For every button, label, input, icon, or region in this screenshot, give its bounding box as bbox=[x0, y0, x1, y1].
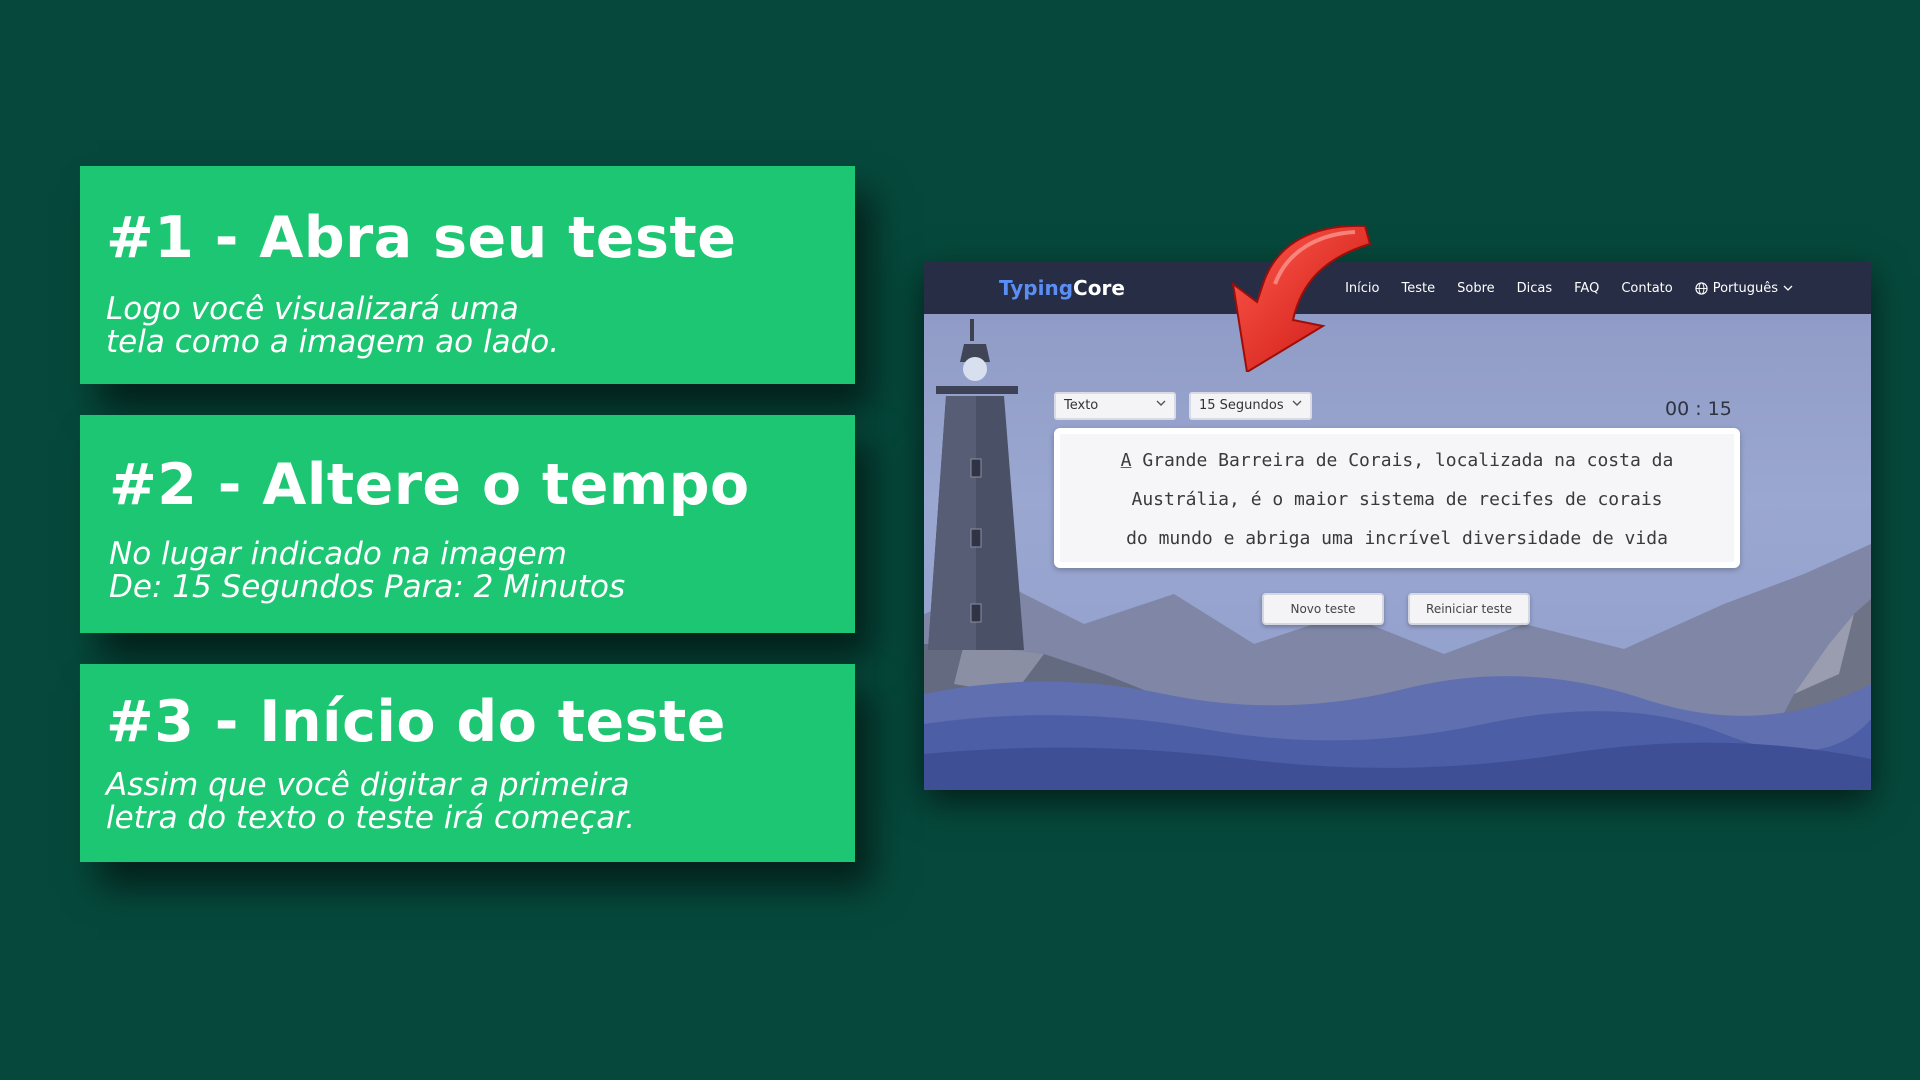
time-select-value: 15 Segundos bbox=[1199, 398, 1284, 413]
lighthouse-shape bbox=[928, 319, 1024, 650]
step-3-panel: #3 - Início do teste Assim que você digi… bbox=[80, 664, 855, 862]
nav-contato[interactable]: Contato bbox=[1621, 281, 1672, 296]
nav-teste[interactable]: Teste bbox=[1402, 281, 1436, 296]
app-screenshot: TypingCore Início Teste Sobre Dicas FAQ … bbox=[924, 262, 1871, 790]
step-3-text: Assim que você digitar a primeira letra … bbox=[106, 767, 636, 836]
step-2-text: No lugar indicado na imagem De: 15 Segun… bbox=[109, 536, 626, 605]
language-label: Português bbox=[1712, 280, 1778, 296]
nav-dicas[interactable]: Dicas bbox=[1517, 281, 1553, 296]
chevron-down-icon bbox=[1156, 400, 1166, 406]
new-test-button[interactable]: Novo teste bbox=[1262, 593, 1384, 625]
step-2-title: #2 - Altere o tempo bbox=[109, 452, 750, 518]
mode-select[interactable]: Texto bbox=[1054, 392, 1176, 420]
step-1-panel: #1 - Abra seu teste Logo você visualizar… bbox=[80, 166, 855, 384]
typing-text: Grande Barreira de Corais, localizada na… bbox=[1126, 450, 1674, 549]
step-1-text: Logo você visualizará uma tela como a im… bbox=[106, 291, 560, 360]
nav-faq[interactable]: FAQ bbox=[1574, 281, 1599, 296]
curved-arrow-icon bbox=[1231, 224, 1372, 372]
chevron-down-icon bbox=[1292, 400, 1302, 406]
chevron-down-icon bbox=[1783, 285, 1793, 291]
step-2-panel: #2 - Altere o tempo No lugar indicado na… bbox=[80, 415, 855, 633]
globe-icon bbox=[1695, 281, 1708, 295]
current-letter: A bbox=[1120, 450, 1132, 471]
language-selector[interactable]: Português bbox=[1695, 281, 1793, 296]
step-3-title: #3 - Início do teste bbox=[106, 689, 726, 755]
timer: 00 : 15 bbox=[1665, 398, 1732, 420]
time-select[interactable]: 15 Segundos bbox=[1189, 392, 1312, 420]
nav-sobre[interactable]: Sobre bbox=[1457, 281, 1495, 296]
app-logo[interactable]: TypingCore bbox=[999, 276, 1125, 300]
nav-bar: TypingCore Início Teste Sobre Dicas FAQ … bbox=[924, 262, 1871, 314]
restart-test-button[interactable]: Reiniciar teste bbox=[1408, 593, 1530, 625]
typing-text-area[interactable]: A Grande Barreira de Corais, localizada … bbox=[1054, 428, 1740, 568]
step-1-title: #1 - Abra seu teste bbox=[106, 205, 737, 271]
mode-select-value: Texto bbox=[1064, 398, 1099, 413]
